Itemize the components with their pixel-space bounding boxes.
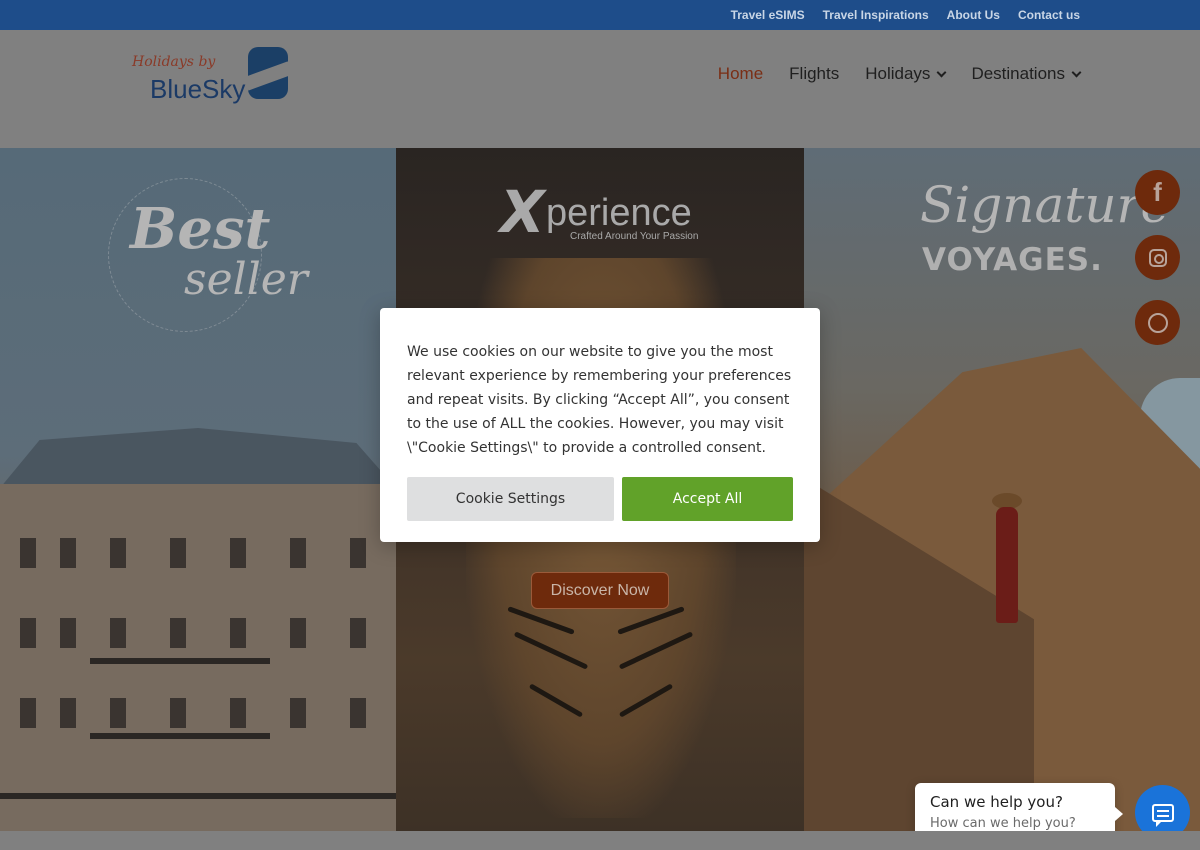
- nav-item-home[interactable]: Home: [718, 64, 763, 84]
- tiger-stripe: [618, 683, 674, 718]
- building-window: [60, 538, 76, 568]
- bestseller-logo-line1: Best: [130, 196, 271, 262]
- building-window: [230, 538, 246, 568]
- building-window: [20, 698, 36, 728]
- hero-panel-bestseller[interactable]: Best seller: [0, 148, 396, 831]
- cookie-consent-dialog: We use cookies on our website to give yo…: [380, 308, 820, 542]
- building-window: [170, 618, 186, 648]
- facebook-icon[interactable]: f: [1135, 170, 1180, 215]
- building-window: [170, 538, 186, 568]
- top-link-about-us[interactable]: About Us: [947, 8, 1000, 22]
- nav-label-flights: Flights: [789, 64, 840, 83]
- top-links: Travel eSIMS Travel Inspirations About U…: [731, 0, 1080, 30]
- signature-logo-caps: VOYAGES.: [922, 242, 1103, 278]
- tiger-stripe: [507, 606, 575, 635]
- logo-script: Holidays by: [132, 54, 216, 70]
- building-window: [60, 698, 76, 728]
- building-window: [110, 618, 126, 648]
- whatsapp-icon[interactable]: [1135, 300, 1180, 345]
- building-window: [20, 618, 36, 648]
- building-window: [170, 698, 186, 728]
- building-window: [110, 538, 126, 568]
- building-balcony: [90, 733, 270, 739]
- building-window: [60, 618, 76, 648]
- signature-logo-script: Signature: [920, 176, 1171, 234]
- traveller-body: [996, 507, 1018, 623]
- building-window: [230, 618, 246, 648]
- nav-label-holidays: Holidays: [865, 64, 931, 83]
- tiger-stripe: [528, 683, 584, 718]
- page-bottom-strip: [0, 831, 1200, 850]
- instagram-icon[interactable]: [1135, 235, 1180, 280]
- building-window: [350, 538, 366, 568]
- instagram-glyph: [1148, 248, 1167, 267]
- bestseller-logo-line2: seller: [184, 254, 308, 305]
- tiger-stripe: [618, 631, 694, 670]
- top-link-travel-esims[interactable]: Travel eSIMS: [731, 8, 805, 22]
- building-window: [110, 698, 126, 728]
- top-link-travel-inspirations[interactable]: Travel Inspirations: [823, 8, 929, 22]
- discover-now-button[interactable]: Discover Now: [531, 572, 669, 609]
- chat-icon: [1151, 803, 1174, 827]
- building-window: [290, 618, 306, 648]
- xperience-logo-subtitle: Crafted Around Your Passion: [570, 231, 699, 242]
- xperience-logo-text: perience: [546, 192, 692, 234]
- nav-item-holidays[interactable]: Holidays: [865, 64, 947, 84]
- logo-mark-icon: [248, 47, 288, 99]
- traveller-figure: [992, 493, 1022, 623]
- xperience-logo-x: X: [500, 178, 545, 246]
- cookie-message: We use cookies on our website to give yo…: [407, 344, 792, 456]
- nav-label-home: Home: [717, 64, 764, 83]
- building-window: [290, 698, 306, 728]
- site-logo[interactable]: Holidays by BlueSky: [130, 44, 292, 106]
- building-balcony: [90, 658, 270, 664]
- top-link-contact-us[interactable]: Contact us: [1018, 8, 1080, 22]
- chevron-down-icon: [936, 67, 947, 77]
- accept-all-button[interactable]: Accept All: [622, 477, 793, 521]
- tiger-stripe: [513, 631, 589, 670]
- main-nav: Home Flights Holidays Destinations: [718, 60, 1082, 88]
- tiger-stripe: [617, 606, 685, 635]
- building-window: [230, 698, 246, 728]
- chat-title: Can we help you?: [930, 793, 1063, 811]
- building-window: [350, 618, 366, 648]
- site-header: Holidays by BlueSky Home Flights Holiday…: [0, 30, 1200, 148]
- building-roof: [0, 428, 396, 488]
- building-balcony: [0, 793, 396, 799]
- nav-item-destinations[interactable]: Destinations: [971, 64, 1082, 84]
- cookie-settings-button[interactable]: Cookie Settings: [407, 477, 614, 521]
- chevron-down-icon: [1071, 67, 1082, 77]
- chat-subtitle: How can we help you?: [930, 816, 1076, 831]
- building-window: [20, 538, 36, 568]
- building-window: [290, 538, 306, 568]
- whatsapp-glyph: [1147, 312, 1168, 333]
- logo-brand: BlueSky: [150, 74, 246, 104]
- building-image: [0, 388, 396, 831]
- building-window: [350, 698, 366, 728]
- top-bar: Travel eSIMS Travel Inspirations About U…: [0, 0, 1200, 30]
- nav-item-flights[interactable]: Flights: [789, 64, 839, 84]
- nav-label-destinations: Destinations: [971, 64, 1065, 83]
